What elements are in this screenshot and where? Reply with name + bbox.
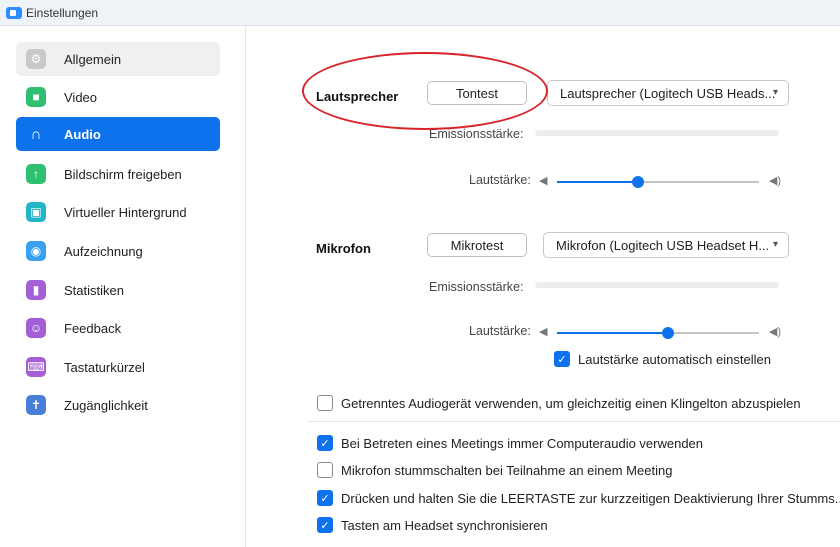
speaker-device-select[interactable]: Lautsprecher (Logitech USB Heads... ▾: [547, 80, 789, 106]
speaker-level-meter: [535, 130, 779, 136]
zoom-app-icon: [6, 6, 22, 19]
sidebar-item-label: Bildschirm freigeben: [64, 166, 182, 182]
video-camera-icon: ■: [26, 87, 46, 107]
record-icon: ◉: [26, 241, 46, 261]
speaker-test-button[interactable]: Tontest: [427, 81, 527, 105]
sidebar-item-allgemein[interactable]: ⚙ Allgemein: [16, 42, 220, 76]
sidebar-item-aufzeichnung[interactable]: ◉ Aufzeichnung: [16, 234, 220, 268]
speaker-device-value: Lautsprecher (Logitech USB Heads...: [560, 85, 776, 101]
always-computer-audio-option[interactable]: ✓ Bei Betreten eines Meetings immer Comp…: [317, 435, 703, 451]
microphone-level-meter: [535, 282, 779, 288]
sidebar-item-label: Feedback: [64, 320, 122, 336]
always-computer-audio-checkbox[interactable]: ✓: [317, 435, 333, 451]
mute-microphone-on-join-checkbox[interactable]: [317, 462, 333, 478]
push-to-talk-checkbox[interactable]: ✓: [317, 490, 333, 506]
sidebar-item-bildschirm-freigeben[interactable]: ↑ Bildschirm freigeben: [16, 157, 220, 191]
volume-low-icon: ◀: [539, 326, 548, 338]
sidebar-item-label: Statistiken: [64, 282, 124, 298]
microphone-label: Mikrofon: [316, 241, 371, 256]
feedback-smile-icon: ☺: [26, 318, 46, 338]
speaker-emission-label: Emissionsstärke:: [429, 127, 524, 141]
speaker-label: Lautsprecher: [316, 89, 399, 104]
sidebar-item-feedback[interactable]: ☺ Feedback: [16, 311, 220, 345]
title-bar: Einstellungen: [0, 0, 840, 26]
option-label: Getrenntes Audiogerät verwenden, um glei…: [341, 395, 801, 411]
volume-high-icon: ◀): [768, 175, 781, 187]
chevron-down-icon: ▾: [772, 239, 778, 250]
window-title: Einstellungen: [26, 5, 99, 20]
sidebar-item-virtueller-hintergrund[interactable]: ▣ Virtueller Hintergrund: [16, 195, 220, 229]
section-divider: [307, 421, 840, 422]
separate-audio-device-checkbox[interactable]: [317, 395, 333, 411]
share-screen-icon: ↑: [26, 164, 46, 184]
sidebar-item-audio[interactable]: ∩ Audio: [16, 117, 220, 151]
auto-adjust-volume-option[interactable]: ✓ Lautstärke automatisch einstellen: [554, 351, 771, 367]
slider-fill: [557, 332, 669, 334]
option-label: Drücken und halten Sie die LEERTASTE zur…: [341, 490, 840, 506]
microphone-device-select[interactable]: Mikrofon (Logitech USB Headset H... ▾: [543, 232, 789, 258]
settings-sidebar: ⚙ Allgemein ■ Video ∩ Audio ↑ Bildschirm…: [0, 26, 246, 547]
sidebar-item-label: Video: [64, 89, 98, 105]
sidebar-item-label: Tastaturkürzel: [64, 359, 145, 375]
slider-knob[interactable]: [662, 327, 675, 339]
option-label: Bei Betreten eines Meetings immer Comput…: [341, 435, 704, 451]
slider-knob[interactable]: [631, 176, 644, 188]
sidebar-item-statistiken[interactable]: ▮ Statistiken: [16, 273, 220, 307]
sidebar-item-video[interactable]: ■ Video: [16, 80, 220, 114]
microphone-device-value: Mikrofon (Logitech USB Headset H...: [556, 237, 770, 253]
speaker-volume-slider[interactable]: ◀ ◀): [539, 174, 781, 190]
sidebar-item-label: Audio: [64, 126, 101, 142]
sidebar-item-label: Allgemein: [64, 51, 122, 67]
sync-headset-buttons-option[interactable]: ✓ Tasten am Headset synchronisieren: [317, 517, 548, 533]
slider-fill: [557, 181, 638, 183]
statistics-icon: ▮: [26, 280, 46, 300]
sync-headset-buttons-checkbox[interactable]: ✓: [317, 517, 333, 533]
microphone-volume-label: Lautstärke:: [469, 324, 531, 338]
option-label: Mikrofon stummschalten bei Teilnahme an …: [341, 462, 673, 478]
sidebar-item-label: Aufzeichnung: [64, 243, 143, 259]
microphone-test-button[interactable]: Mikrotest: [427, 233, 527, 257]
gear-icon: ⚙: [26, 49, 46, 69]
accessibility-icon: ✝: [26, 395, 46, 415]
sidebar-item-tastaturkuerzel[interactable]: ⌨ Tastaturkürzel: [16, 350, 220, 384]
mute-microphone-on-join-option[interactable]: Mikrofon stummschalten bei Teilnahme an …: [317, 462, 672, 478]
volume-high-icon: ◀): [768, 326, 781, 338]
auto-adjust-checkbox[interactable]: ✓: [554, 351, 570, 367]
audio-settings-panel: Lautsprecher Tontest Lautsprecher (Logit…: [247, 26, 840, 547]
keyboard-icon: ⌨: [26, 357, 46, 377]
volume-low-icon: ◀: [539, 175, 548, 187]
headphones-icon: ∩: [30, 125, 42, 143]
option-label: Tasten am Headset synchronisieren: [341, 517, 548, 533]
chevron-down-icon: ▾: [772, 87, 778, 98]
auto-adjust-label: Lautstärke automatisch einstellen: [578, 351, 771, 367]
sidebar-item-zugaenglichkeit[interactable]: ✝ Zugänglichkeit: [16, 388, 220, 422]
microphone-volume-slider[interactable]: ◀ ◀): [539, 325, 781, 341]
speaker-volume-label: Lautstärke:: [469, 173, 531, 187]
virtual-background-icon: ▣: [26, 202, 46, 222]
push-to-talk-option[interactable]: ✓ Drücken und halten Sie die LEERTASTE z…: [317, 490, 840, 506]
microphone-emission-label: Emissionsstärke:: [429, 280, 524, 294]
sidebar-item-label: Zugänglichkeit: [64, 397, 148, 413]
sidebar-item-label: Virtueller Hintergrund: [64, 204, 187, 220]
separate-audio-device-option[interactable]: Getrenntes Audiogerät verwenden, um glei…: [317, 395, 801, 411]
